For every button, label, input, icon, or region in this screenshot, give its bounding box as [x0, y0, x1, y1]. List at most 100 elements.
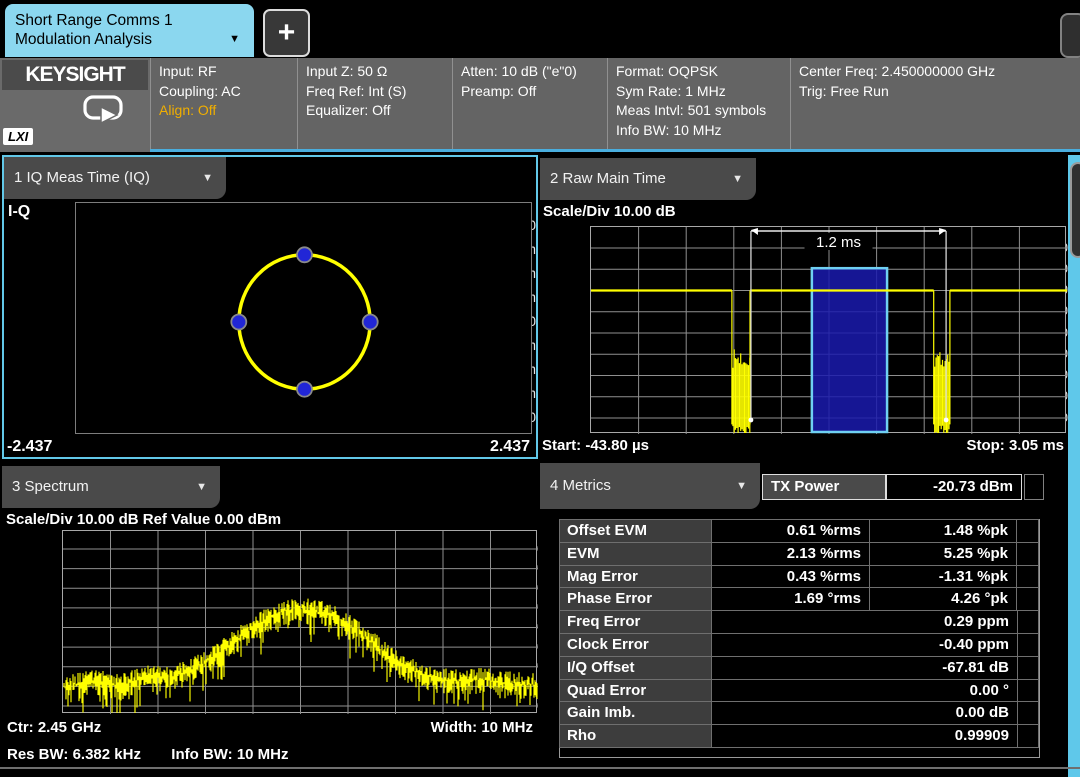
- iq-trajectory-trace: [239, 255, 370, 389]
- ideal-state-dot: [297, 247, 312, 262]
- right-strip-handle[interactable]: [1070, 162, 1080, 258]
- bottom-divider: [0, 767, 1080, 769]
- metrics-row: Mag Error0.43 %rms-1.31 %pk: [560, 565, 1039, 589]
- info-section-1: Input Z: 50 ΩFreq Ref: Int (S)Equalizer:…: [297, 58, 452, 150]
- ideal-state-dot: [363, 315, 378, 330]
- add-tab-button[interactable]: +: [263, 9, 310, 57]
- metric-name: Freq Error: [559, 610, 712, 634]
- brand-block: KEYSIGHT LXI: [0, 58, 150, 152]
- panel-iq-meas-time[interactable]: 1 IQ Meas Time (IQ) ▼ I-Q 1.00750 m500 m…: [2, 155, 538, 459]
- info-line: Atten: 10 dB ("e"0): [461, 62, 607, 82]
- metric-extra-cell: [1017, 656, 1039, 680]
- metrics-row: Quad Error0.00 °: [560, 679, 1039, 703]
- ideal-state-dot: [297, 382, 312, 397]
- panel3-scale-label: Scale/Div 10.00 dB Ref Value 0.00 dBm: [6, 511, 281, 528]
- info-section-3: Format: OQPSKSym Rate: 1 MHzMeas Intvl: …: [607, 58, 790, 150]
- metric-extra-cell: [1017, 724, 1039, 748]
- tab-dropdown-icon[interactable]: ▼: [229, 30, 240, 49]
- tab-title-line2: Modulation Analysis: [15, 30, 244, 49]
- info-line: Info BW: 10 MHz: [616, 121, 790, 141]
- metric-extra-cell: [1017, 633, 1039, 657]
- panel2-dropdown-icon: ▼: [732, 158, 743, 200]
- info-line: Center Freq: 2.450000000 GHz: [799, 62, 1080, 82]
- panel1-title: 1 IQ Meas Time (IQ): [14, 169, 150, 186]
- panel1-x-min: -2.437: [7, 438, 52, 456]
- metric-value: -67.81 dB: [711, 656, 1018, 680]
- panel1-header-dropdown[interactable]: 1 IQ Meas Time (IQ) ▼: [4, 157, 226, 199]
- iq-axis-label: I-Q: [8, 203, 30, 221]
- info-section-2: Atten: 10 dB ("e"0)Preamp: Off: [452, 58, 607, 150]
- tx-power-label: TX Power: [762, 474, 886, 500]
- metric-rms-value: 1.69 °rms: [711, 587, 870, 611]
- spectrum-bw-labels: Res BW: 6.382 kHz Info BW: 10 MHz: [7, 746, 289, 763]
- info-line: Freq Ref: Int (S): [306, 82, 452, 102]
- measure-dot: [944, 418, 949, 423]
- panel-spectrum[interactable]: 3 Spectrum ▼ Scale/Div 10.00 dB Ref Valu…: [2, 463, 538, 777]
- metric-pk-value: 5.25 %pk: [869, 542, 1017, 566]
- metric-rms-value: 2.13 %rms: [711, 542, 870, 566]
- measurement-tab[interactable]: Short Range Comms 1 Modulation Analysis …: [5, 4, 254, 57]
- metric-value: 0.00 °: [711, 679, 1018, 703]
- info-line: Meas Intvl: 501 symbols: [616, 101, 790, 121]
- info-line: Equalizer: Off: [306, 101, 452, 121]
- spectrum-width-label: Width: 10 MHz: [431, 719, 533, 736]
- panel2-start-label: Start: -43.80 µs: [542, 437, 649, 454]
- info-line: Align: Off: [159, 101, 297, 121]
- screen-capture-icon[interactable]: [82, 94, 126, 126]
- panel2-scale-label: Scale/Div 10.00 dB: [543, 203, 676, 220]
- metrics-row: Freq Error0.29 ppm: [560, 610, 1039, 634]
- panel4-dropdown-icon: ▼: [736, 463, 747, 509]
- info-bar: Input: RFCoupling: ACAlign: OffInput Z: …: [0, 58, 1080, 150]
- panel2-title: 2 Raw Main Time: [550, 170, 666, 187]
- gate-region[interactable]: [812, 268, 887, 432]
- metrics-row: Offset EVM0.61 %rms1.48 %pk: [560, 519, 1039, 543]
- metrics-row: Rho0.99909: [560, 724, 1039, 748]
- metric-name: Gain Imb.: [559, 701, 712, 725]
- tx-power-extra-cell: [1024, 474, 1044, 500]
- constellation-plot[interactable]: [75, 202, 532, 434]
- info-section-4: Center Freq: 2.450000000 GHzTrig: Free R…: [790, 58, 1080, 150]
- info-line: Preamp: Off: [461, 82, 607, 102]
- metric-name: I/Q Offset: [559, 656, 712, 680]
- metric-rms-value: 0.61 %rms: [711, 519, 870, 543]
- info-line: Trig: Free Run: [799, 82, 1080, 102]
- metrics-row: EVM2.13 %rms5.25 %pk: [560, 542, 1039, 566]
- panel-raw-main-time[interactable]: 2 Raw Main Time ▼ Scale/Div 10.00 dB 0.0…: [540, 155, 1068, 460]
- metric-name: Rho: [559, 724, 712, 748]
- info-line: Sym Rate: 1 MHz: [616, 82, 790, 102]
- metric-pk-value: 4.26 °pk: [869, 587, 1017, 611]
- spectrum-plot[interactable]: [62, 530, 537, 713]
- metrics-row: Clock Error-0.40 ppm: [560, 633, 1039, 657]
- top-right-partial-button[interactable]: [1060, 13, 1080, 58]
- panel3-header-dropdown[interactable]: 3 Spectrum ▼: [2, 466, 220, 508]
- metric-name: Quad Error: [559, 679, 712, 703]
- metric-pk-value: -1.31 %pk: [869, 565, 1017, 589]
- metric-extra-cell: [1016, 519, 1039, 543]
- metric-extra-cell: [1016, 565, 1039, 589]
- panel1-dropdown-icon: ▼: [202, 157, 213, 199]
- panel3-title: 3 Spectrum: [12, 478, 89, 495]
- tx-power-value: -20.73 dBm: [886, 474, 1022, 500]
- panel1-x-max: 2.437: [490, 438, 530, 456]
- tab-title-line1: Short Range Comms 1: [15, 11, 244, 30]
- info-line: Input Z: 50 Ω: [306, 62, 452, 82]
- panel3-dropdown-icon: ▼: [196, 466, 207, 508]
- panel-metrics[interactable]: 4 Metrics ▼ TX Power -20.73 dBm Offset E…: [540, 463, 1068, 777]
- time-plot[interactable]: 1.2 ms: [590, 226, 1066, 433]
- spectrum-center-label: Ctr: 2.45 GHz: [7, 719, 101, 736]
- metrics-row: Gain Imb.0.00 dB: [560, 701, 1039, 725]
- keysight-logo: KEYSIGHT: [2, 60, 148, 90]
- info-line: Coupling: AC: [159, 82, 297, 102]
- metric-value: 0.29 ppm: [711, 610, 1018, 634]
- panel4-title: 4 Metrics: [550, 477, 611, 494]
- metric-rms-value: 0.43 %rms: [711, 565, 870, 589]
- panel4-header-dropdown[interactable]: 4 Metrics ▼: [540, 463, 760, 509]
- panel2-header-dropdown[interactable]: 2 Raw Main Time ▼: [540, 158, 756, 200]
- lxi-badge: LXI: [3, 128, 33, 145]
- info-line: Format: OQPSK: [616, 62, 790, 82]
- info-bw-label: Info BW: 10 MHz: [171, 746, 288, 763]
- analyzer-screen: Short Range Comms 1 Modulation Analysis …: [0, 0, 1080, 777]
- metric-value: 0.00 dB: [711, 701, 1018, 725]
- ideal-state-dot: [231, 315, 246, 330]
- gate-width-label: 1.2 ms: [816, 234, 861, 251]
